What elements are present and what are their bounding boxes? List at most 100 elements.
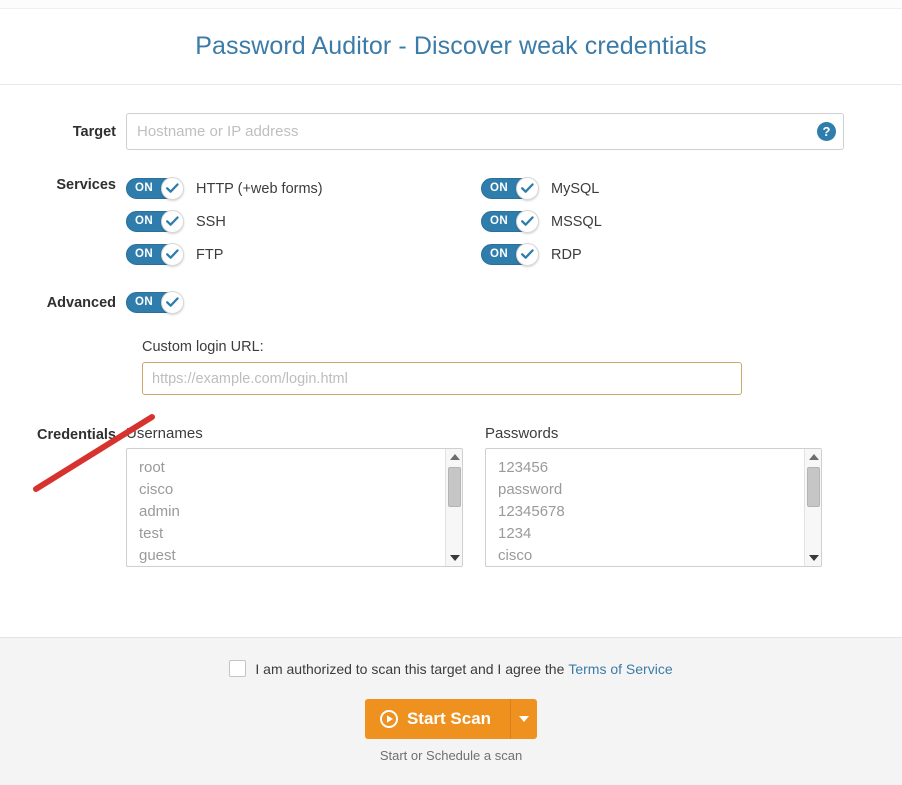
list-item: root [139, 459, 165, 476]
toggle-state-label: ON [490, 215, 509, 227]
usernames-column: Usernames root cisco admin test guest [126, 425, 481, 567]
check-icon [521, 216, 534, 226]
toggle-ssh[interactable]: ON [126, 210, 184, 233]
advanced-field: ON Custom login URL: [126, 291, 902, 395]
services-field: ON HTTP (+web forms) ON SSH ON FTP ON My… [126, 172, 902, 271]
check-icon [521, 183, 534, 193]
scroll-down-icon[interactable] [446, 550, 462, 566]
list-item: password [498, 481, 563, 498]
passwords-column: Passwords 123456 password 12345678 1234 … [485, 425, 840, 567]
toggle-ftp[interactable]: ON [126, 243, 184, 266]
toggle-state-label: ON [135, 248, 154, 260]
custom-login-url-label: Custom login URL: [142, 339, 264, 355]
toggle-knob [161, 210, 184, 233]
services-column-right: ON MySQL ON MSSQL ON RDP [481, 172, 836, 271]
list-item: 1234 [498, 525, 532, 542]
toggle-knob [161, 177, 184, 200]
usernames-title: Usernames [126, 425, 203, 442]
target-label: Target [72, 124, 116, 140]
credentials-field: Usernames root cisco admin test guest Pa… [126, 425, 902, 567]
services-column-left: ON HTTP (+web forms) ON SSH ON FTP [126, 172, 481, 271]
service-label-mysql: MySQL [551, 180, 600, 197]
toggle-mssql[interactable]: ON [481, 210, 539, 233]
list-item: cisco [139, 481, 174, 498]
caret-down-icon [519, 716, 530, 722]
credentials-row: Credentials Usernames root cisco admin t… [0, 425, 902, 567]
target-field: ? [126, 113, 902, 150]
target-input[interactable] [126, 113, 844, 150]
list-item: 123456 [498, 459, 549, 476]
toggle-knob [161, 291, 184, 314]
toggle-state-label: ON [490, 248, 509, 260]
service-label-ftp: FTP [196, 246, 224, 263]
play-circle-icon [379, 710, 398, 728]
credentials-grid: Usernames root cisco admin test guest Pa… [126, 425, 844, 567]
target-row: Target ? [0, 113, 902, 150]
form-footer: I am authorized to scan this target and … [0, 637, 902, 785]
list-item: test [139, 525, 164, 542]
service-item-http: ON HTTP (+web forms) [126, 172, 481, 205]
passwords-textarea[interactable]: 123456 password 12345678 1234 cisco [485, 448, 822, 567]
scroll-up-icon[interactable] [446, 449, 462, 465]
check-icon [166, 216, 179, 226]
toggle-mysql[interactable]: ON [481, 177, 539, 200]
check-icon [166, 297, 179, 307]
page-header: Password Auditor - Discover weak credent… [0, 9, 902, 85]
scroll-down-icon[interactable] [805, 550, 821, 566]
service-item-ftp: ON FTP [126, 238, 481, 271]
services-row: Services ON HTTP (+web forms) ON SSH ON … [0, 172, 902, 271]
start-scan-label: Start Scan [406, 709, 492, 728]
toggle-state-label: ON [135, 296, 154, 308]
service-label-ssh: SSH [196, 213, 226, 230]
advanced-label: Advanced [46, 295, 116, 311]
usernames-list: root cisco admin test guest [127, 449, 444, 566]
authorization-checkbox[interactable] [229, 660, 247, 677]
toggle-knob [161, 243, 184, 266]
check-icon [521, 249, 534, 259]
service-item-rdp: ON RDP [481, 238, 836, 271]
toggle-state-label: ON [135, 215, 154, 227]
service-item-mssql: ON MSSQL [481, 205, 836, 238]
list-item: guest [139, 547, 176, 564]
usernames-textarea[interactable]: root cisco admin test guest [126, 448, 463, 567]
scan-form: Target ? Services ON [0, 85, 902, 637]
toggle-http[interactable]: ON [126, 177, 184, 200]
scrollbar-thumb[interactable] [807, 467, 820, 507]
question-mark-circle-icon[interactable]: ? [817, 122, 836, 141]
toggle-knob [516, 210, 539, 233]
passwords-list: 123456 password 12345678 1234 cisco [486, 449, 803, 566]
toggle-advanced[interactable]: ON [126, 291, 184, 314]
service-label-http: HTTP (+web forms) [196, 180, 323, 197]
check-icon [166, 183, 179, 193]
start-scan-dropdown-button[interactable] [510, 699, 538, 739]
start-scan-button-group: Start Scan [364, 699, 538, 739]
start-scan-button[interactable]: Start Scan [364, 699, 511, 739]
toggle-state-label: ON [135, 182, 154, 194]
top-strip [0, 0, 902, 9]
services-grid: ON HTTP (+web forms) ON SSH ON FTP ON My… [126, 172, 844, 271]
service-item-mysql: ON MySQL [481, 172, 836, 205]
credentials-label: Credentials [37, 427, 116, 443]
custom-login-url-group: Custom login URL: [142, 339, 902, 395]
check-icon [166, 249, 179, 259]
start-scan-caption: Start or Schedule a scan [379, 748, 523, 763]
passwords-scrollbar[interactable] [804, 449, 821, 566]
usernames-scrollbar[interactable] [445, 449, 462, 566]
passwords-title: Passwords [485, 425, 559, 442]
service-item-ssh: ON SSH [126, 205, 481, 238]
scroll-up-icon[interactable] [805, 449, 821, 465]
list-item: 12345678 [498, 503, 565, 520]
service-label-rdp: RDP [551, 246, 582, 263]
toggle-rdp[interactable]: ON [481, 243, 539, 266]
toggle-knob [516, 243, 539, 266]
advanced-row: Advanced ON Custom login URL: [0, 291, 902, 395]
list-item: cisco [498, 547, 533, 564]
custom-login-url-input[interactable] [142, 362, 742, 395]
authorization-agreement: I am authorized to scan this target and … [229, 660, 673, 677]
list-item: admin [139, 503, 180, 520]
scrollbar-thumb[interactable] [448, 467, 461, 507]
terms-of-service-link[interactable]: Terms of Service [568, 661, 672, 677]
services-label: Services [56, 177, 116, 193]
toggle-knob [516, 177, 539, 200]
authorization-text: I am authorized to scan this target and … [255, 660, 565, 677]
